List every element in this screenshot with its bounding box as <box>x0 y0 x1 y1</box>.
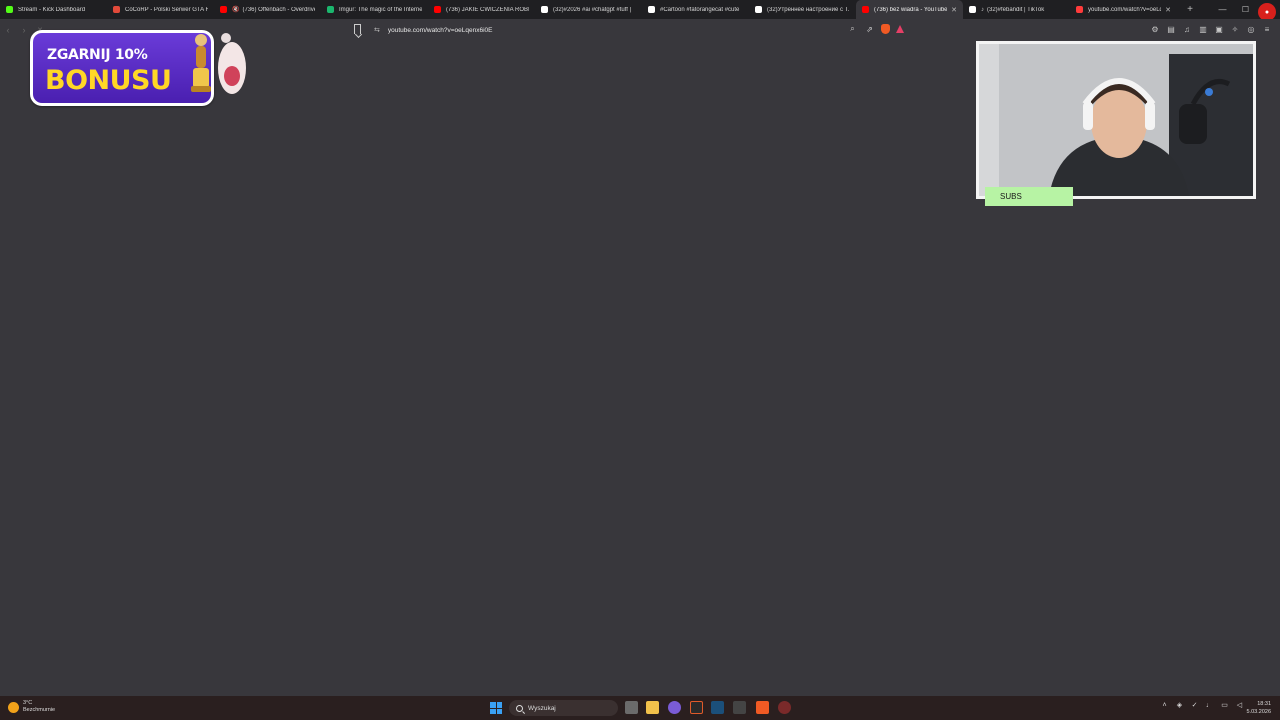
imgur-icon <box>327 6 334 13</box>
leo-icon[interactable]: ✧ <box>1230 25 1240 35</box>
browser-tab[interactable]: CoCoRP - Polski Serwer GTA RP <box>107 0 214 19</box>
webcam-overlay <box>976 41 1256 199</box>
webcam-video <box>979 44 1253 196</box>
tray-app-icon[interactable]: ◈ <box>1175 701 1184 709</box>
tray-app-icon[interactable]: ✓ <box>1190 701 1199 709</box>
search-placeholder: Wyszukaj <box>528 704 556 712</box>
tiktok-icon <box>755 6 762 13</box>
browser-tab[interactable]: Imgur: The magic of the Internet <box>321 0 428 19</box>
brave-browser-icon[interactable] <box>756 701 769 714</box>
streamer-figure <box>979 44 1253 196</box>
bonus-banner: ZGARNIJ 10% BONUSU <box>28 26 250 110</box>
tab-label: (32)Утреннее настроение с Т. <box>767 6 850 13</box>
tab-label: #Cartoon #fatorangecat #cute <box>660 6 740 13</box>
browser-tab[interactable]: (736) JAKIE ĆWICZENIA ROBIĆ <box>428 0 535 19</box>
weather-desc: Bezchmurnie <box>23 707 56 713</box>
bonus-line-2: BONUSU <box>45 65 172 96</box>
browser-tab[interactable]: 🔇 (736) Offenbach - Overdrive <box>214 0 321 19</box>
browser-tab[interactable]: (32)#2026 #ai #chatgpt #tuff | <box>535 0 642 19</box>
youtube-icon <box>220 6 227 13</box>
tab-label: Stream - Kick Dashboard <box>18 6 86 13</box>
tab-label: CoCoRP - Polski Serwer GTA RP <box>125 6 208 13</box>
menu-icon[interactable]: ≡ <box>1262 25 1272 35</box>
weather-temp: 3°C <box>23 700 33 706</box>
tab-label: (32)#febandit | TikTok <box>987 6 1045 13</box>
microphone-icon[interactable]: ♩ <box>1205 702 1214 709</box>
youtube-icon <box>434 6 441 13</box>
address-bar[interactable]: ⇆ youtube.com/watch?v=oeLqenx6i0E ⌕ ⇗ <box>368 22 910 38</box>
brave-shields-icon[interactable] <box>881 24 890 34</box>
tab-close-icon[interactable]: ✕ <box>1165 6 1171 14</box>
browser-tab[interactable]: (32)Утреннее настроение с Т. <box>749 0 856 19</box>
maximize-button[interactable]: ☐ <box>1234 5 1257 14</box>
media-icon[interactable]: ♫ <box>1182 25 1192 35</box>
app-icon[interactable] <box>690 701 703 714</box>
screen: Stream - Kick Dashboard CoCoRP - Polski S… <box>0 0 1280 720</box>
chevron-up-icon[interactable]: ˄ <box>1160 702 1169 709</box>
weather-widget[interactable]: 3°C Bezchmurnie <box>8 700 55 714</box>
steam-icon[interactable] <box>711 701 724 714</box>
browser-tab[interactable]: #Cartoon #fatorangecat #cute <box>642 0 749 19</box>
subs-label: SUBS <box>985 187 1073 206</box>
site-info-icon[interactable]: ⇆ <box>374 26 380 34</box>
bonus-line-1: ZGARNIJ 10% <box>47 47 148 63</box>
tiktok-icon <box>648 6 655 13</box>
minimize-button[interactable]: — <box>1211 5 1234 14</box>
zoom-icon[interactable]: ⌕ <box>847 24 858 34</box>
taskbar: 3°C Bezchmurnie Wyszukaj ˄ ◈ ✓ ♩ ▭ ◁ 18:… <box>0 696 1280 720</box>
obs-icon[interactable] <box>778 701 791 714</box>
sidebar-icon[interactable]: ▥ <box>1198 25 1208 35</box>
clock-date: 5.03.2026 <box>1246 709 1271 715</box>
browser-tab[interactable]: Stream - Kick Dashboard <box>0 0 107 19</box>
bonus-banner-inner: ZGARNIJ 10% BONUSU <box>33 33 211 103</box>
bookmark-icon[interactable] <box>354 24 361 34</box>
browser-tab[interactable]: ♪ (32)#febandit | TikTok <box>963 0 1070 19</box>
clock-time: 18:31 <box>1257 701 1271 707</box>
share-icon[interactable]: ⇗ <box>864 25 875 34</box>
clock[interactable]: 18:31 5.03.2026 <box>1247 700 1271 716</box>
tab-strip: Stream - Kick Dashboard CoCoRP - Polski S… <box>0 0 1280 19</box>
reader-mode-icon[interactable]: ▤ <box>1166 25 1176 35</box>
brave-rewards-icon[interactable] <box>896 25 904 33</box>
youtube-icon <box>862 6 869 13</box>
wallet-icon[interactable]: ▣ <box>1214 25 1224 35</box>
windows-start-icon[interactable] <box>490 702 502 714</box>
search-icon <box>516 704 523 712</box>
system-tray: ˄ ◈ ✓ ♩ ▭ ◁ <box>1160 701 1244 710</box>
discord-icon[interactable] <box>668 701 681 714</box>
tab-close-icon[interactable]: ✕ <box>951 6 957 14</box>
tiktok-icon <box>969 6 976 13</box>
muted-icon[interactable]: 🔇 <box>232 6 239 13</box>
browser-tab[interactable]: youtube.com/watch?v=oeLqenx6i0E ✕ <box>1070 0 1177 19</box>
new-tab-button[interactable]: + <box>1183 4 1197 15</box>
tab-label: Imgur: The magic of the Internet <box>339 6 422 13</box>
network-icon[interactable]: ▭ <box>1220 701 1229 709</box>
kick-icon <box>6 6 13 13</box>
address-bar-actions: ⌕ ⇗ <box>847 24 904 34</box>
file-explorer-icon[interactable] <box>646 701 659 714</box>
browser-tab[interactable]: (736) bez wiadra - YouTube ✕ <box>856 0 963 19</box>
extension-icon[interactable]: ⚙ <box>1150 25 1160 35</box>
back-button[interactable]: ‹ <box>0 25 16 35</box>
loading-icon <box>1076 6 1083 13</box>
tab-label: (32)#2026 #ai #chatgpt #tuff | <box>553 6 632 13</box>
tiktok-icon <box>541 6 548 13</box>
trophy-figure-icon <box>191 34 211 92</box>
volume-icon[interactable]: ◁ <box>1235 701 1244 709</box>
address-bar-url[interactable]: youtube.com/watch?v=oeLqenx6i0E <box>388 27 493 34</box>
tab-label: (736) JAKIE ĆWICZENIA ROBIĆ <box>446 6 529 13</box>
extension-icons: ⚙ ▤ ♫ ▥ ▣ ✧ ◎ ≡ <box>1150 25 1272 35</box>
task-view-icon[interactable] <box>625 701 638 714</box>
tab-label: (736) Offenbach - Overdrive <box>242 6 315 13</box>
cocorp-icon <box>113 6 120 13</box>
xbox-icon[interactable] <box>733 701 746 714</box>
tab-label: youtube.com/watch?v=oeLqenx6i0E <box>1088 6 1161 13</box>
mascot-icon <box>218 33 246 94</box>
audio-playing-icon[interactable]: ♪ <box>981 7 984 13</box>
vpn-icon[interactable]: ◎ <box>1246 25 1256 35</box>
sun-icon <box>8 701 19 713</box>
taskbar-search[interactable]: Wyszukaj <box>509 700 618 716</box>
tab-label: (736) bez wiadra - YouTube <box>874 6 948 13</box>
